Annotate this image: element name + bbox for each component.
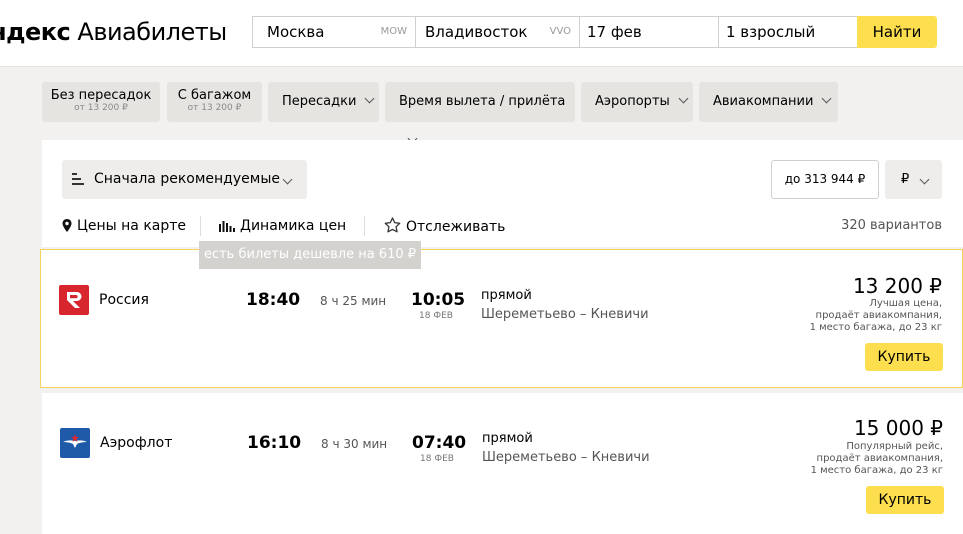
currency-select[interactable]: ₽ bbox=[885, 160, 942, 199]
route-airports: Шереметьево – Кневичи bbox=[481, 307, 649, 322]
departure-time: 16:10 bbox=[247, 433, 302, 453]
logo[interactable]: ндекс Авиабилеты bbox=[0, 18, 227, 46]
buy-button[interactable]: Купить bbox=[865, 343, 943, 371]
price-dynamics-label: Динамика цен bbox=[240, 218, 347, 234]
airline-name: Россия bbox=[99, 292, 149, 308]
arrival-date: 18 ФЕВ bbox=[420, 454, 454, 464]
cheaper-tooltip: есть билеты дешевле на 610 ₽ bbox=[199, 241, 421, 269]
filter-baggage[interactable]: С багажом от 13 200 ₽ bbox=[167, 82, 262, 122]
sort-label: Сначала рекомендуемые bbox=[94, 171, 280, 187]
price-note-line: Популярный рейс, bbox=[846, 441, 943, 452]
filter-nonstop-label: Без пересадок bbox=[50, 88, 152, 103]
find-button[interactable]: Найти bbox=[857, 16, 937, 48]
price-note-line: продаёт авиакомпания, bbox=[816, 453, 943, 464]
chevron-down-icon bbox=[678, 93, 689, 104]
filter-baggage-label: С багажом bbox=[177, 88, 252, 103]
filter-nonstop-price: от 13 200 ₽ bbox=[74, 103, 128, 113]
arrival-date: 18 ФЕВ bbox=[419, 311, 453, 321]
map-prices-link[interactable]: Цены на карте bbox=[62, 217, 186, 235]
search-form: Москва MOW Владивосток VVO 17 фев 1 взро… bbox=[252, 16, 937, 48]
flight-card[interactable]: Аэрофлот 16:10 8 ч 30 мин 07:40 18 ФЕВ п… bbox=[42, 393, 963, 534]
chevron-down-icon bbox=[364, 93, 375, 104]
filter-airports[interactable]: Аэропорты bbox=[581, 82, 693, 122]
price-note-line: Лучшая цена, bbox=[869, 298, 942, 309]
variants-count: 320 вариантов bbox=[841, 218, 942, 233]
aeroflot-logo-icon bbox=[60, 428, 90, 458]
from-city: Москва bbox=[267, 23, 325, 41]
to-code: VVO bbox=[549, 26, 571, 37]
header: ндекс Авиабилеты Москва MOW Владивосток … bbox=[0, 0, 963, 67]
track-label: Отслеживать bbox=[406, 219, 506, 235]
logo-service: Авиабилеты bbox=[70, 18, 227, 46]
divider bbox=[200, 216, 201, 236]
filter-transfers[interactable]: Пересадки bbox=[268, 82, 379, 122]
airline-name: Аэрофлот bbox=[100, 435, 173, 451]
arrival-time: 10:05 bbox=[411, 290, 466, 310]
filter-airports-label: Аэропорты bbox=[595, 94, 670, 109]
flight-price: 15 000 ₽ bbox=[853, 416, 943, 440]
to-city: Владивосток bbox=[425, 23, 528, 41]
flight-duration: 8 ч 25 мин bbox=[320, 294, 387, 308]
price-note: Популярный рейс, продаёт авиакомпания, 1… bbox=[793, 441, 943, 477]
map-prices-label: Цены на карте bbox=[77, 218, 187, 234]
stops-label: прямой bbox=[482, 431, 533, 446]
passengers-field[interactable]: 1 взрослый bbox=[718, 16, 857, 48]
logo-brand: ндекс bbox=[0, 18, 71, 46]
filter-time[interactable]: Время вылета / прилёта bbox=[385, 82, 575, 144]
map-pin-icon bbox=[62, 219, 72, 232]
filter-airlines[interactable]: Авиакомпании bbox=[699, 82, 838, 122]
filter-airlines-label: Авиакомпании bbox=[713, 94, 814, 109]
sort-select[interactable]: Сначала рекомендуемые bbox=[62, 160, 307, 199]
route-airports: Шереметьево – Кневичи bbox=[482, 450, 650, 465]
from-code: MOW bbox=[380, 26, 407, 37]
chevron-down-icon bbox=[919, 174, 930, 185]
flight-duration: 8 ч 30 мин bbox=[321, 437, 388, 451]
stops-label: прямой bbox=[481, 288, 532, 303]
price-note-line: 1 место багажа, до 23 кг bbox=[810, 465, 943, 476]
filter-transfers-label: Пересадки bbox=[282, 94, 357, 109]
from-field[interactable]: Москва MOW bbox=[252, 16, 415, 48]
buy-button[interactable]: Купить bbox=[866, 486, 944, 514]
star-icon bbox=[384, 217, 401, 233]
filter-time-label: Время вылета / прилёта bbox=[399, 94, 566, 109]
chevron-down-icon bbox=[822, 93, 832, 104]
sort-icon bbox=[72, 173, 84, 185]
date-field[interactable]: 17 фев bbox=[579, 16, 718, 48]
bar-chart-icon bbox=[219, 221, 235, 232]
flight-price: 13 200 ₽ bbox=[852, 274, 942, 298]
price-dynamics-link[interactable]: Динамика цен bbox=[219, 217, 346, 235]
price-note: Лучшая цена, продаёт авиакомпания, 1 мес… bbox=[792, 298, 942, 334]
rossiya-logo-icon bbox=[59, 285, 89, 315]
divider bbox=[364, 216, 365, 236]
chevron-down-icon bbox=[282, 174, 293, 185]
flight-card[interactable]: Россия 18:40 8 ч 25 мин 10:05 18 ФЕВ пря… bbox=[40, 249, 963, 388]
price-note-line: продаёт авиакомпания, bbox=[815, 310, 942, 321]
price-note-line: 1 место багажа, до 23 кг bbox=[809, 322, 942, 333]
arrival-time: 07:40 bbox=[412, 433, 467, 453]
filter-nonstop[interactable]: Без пересадок от 13 200 ₽ bbox=[42, 82, 160, 122]
to-field[interactable]: Владивосток VVO bbox=[415, 16, 579, 48]
max-price-input[interactable]: до 313 944 ₽ bbox=[771, 160, 879, 199]
track-link[interactable]: Отслеживать bbox=[384, 217, 505, 236]
currency-label: ₽ bbox=[901, 172, 910, 187]
filter-baggage-price: от 13 200 ₽ bbox=[187, 103, 242, 113]
departure-time: 18:40 bbox=[246, 290, 301, 310]
